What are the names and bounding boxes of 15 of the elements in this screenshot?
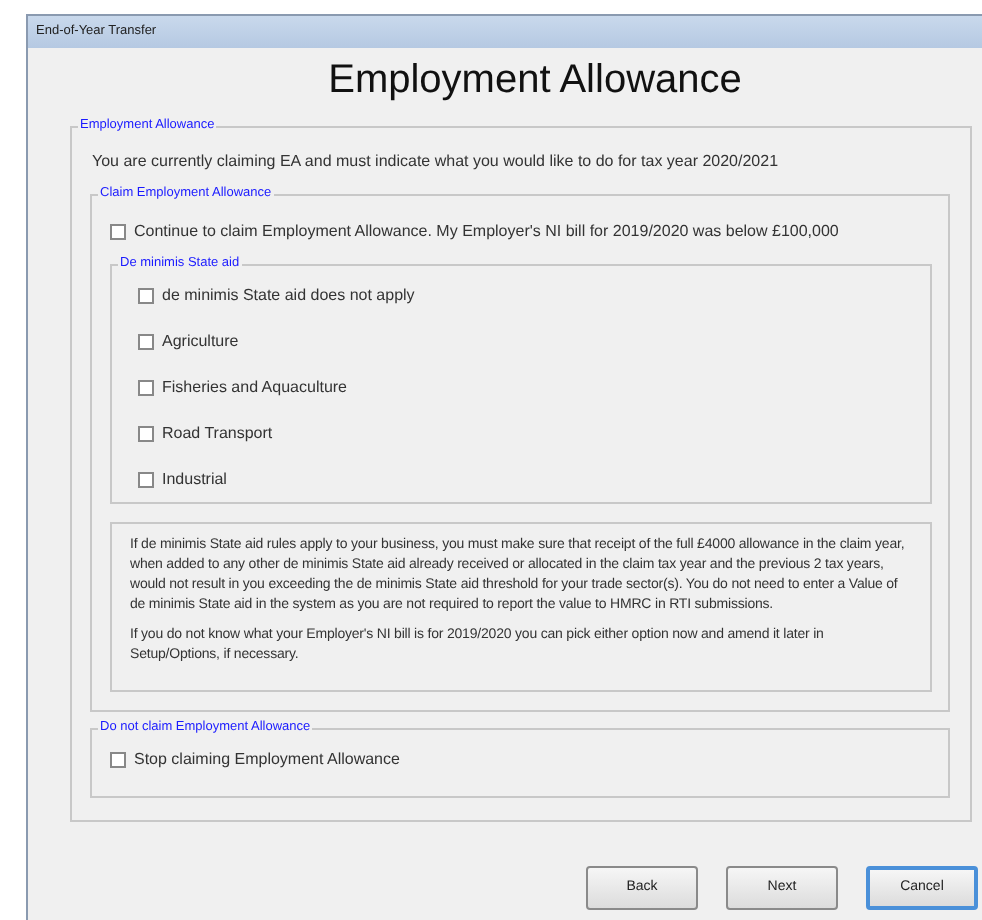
checkbox[interactable] [110, 752, 126, 768]
checkbox[interactable] [138, 334, 154, 350]
page-heading: Employment Allowance [328, 56, 742, 106]
checkbox[interactable] [138, 426, 154, 442]
checkbox[interactable] [138, 380, 154, 396]
checkbox[interactable] [138, 288, 154, 304]
intro-text: You are currently claiming EA and must indicate what you would like to do for tax year 2020/2021 [90, 150, 781, 174]
checkbox[interactable] [138, 472, 154, 488]
checkbox[interactable] [110, 224, 126, 240]
checkbox-option[interactable]: Agriculture [138, 330, 930, 354]
checkbox-option[interactable]: Industrial [138, 468, 930, 492]
checkbox-option[interactable]: Fisheries and Aquaculture [138, 376, 930, 400]
checkbox-option[interactable]: Road Transport [138, 422, 930, 446]
checkbox-option[interactable]: de minimis State aid does not apply [138, 284, 930, 308]
checkbox-option[interactable]: Continue to claim Employment Allowance. My Employer's NI bill for 2019/2020 was below £100,000 [110, 220, 948, 244]
